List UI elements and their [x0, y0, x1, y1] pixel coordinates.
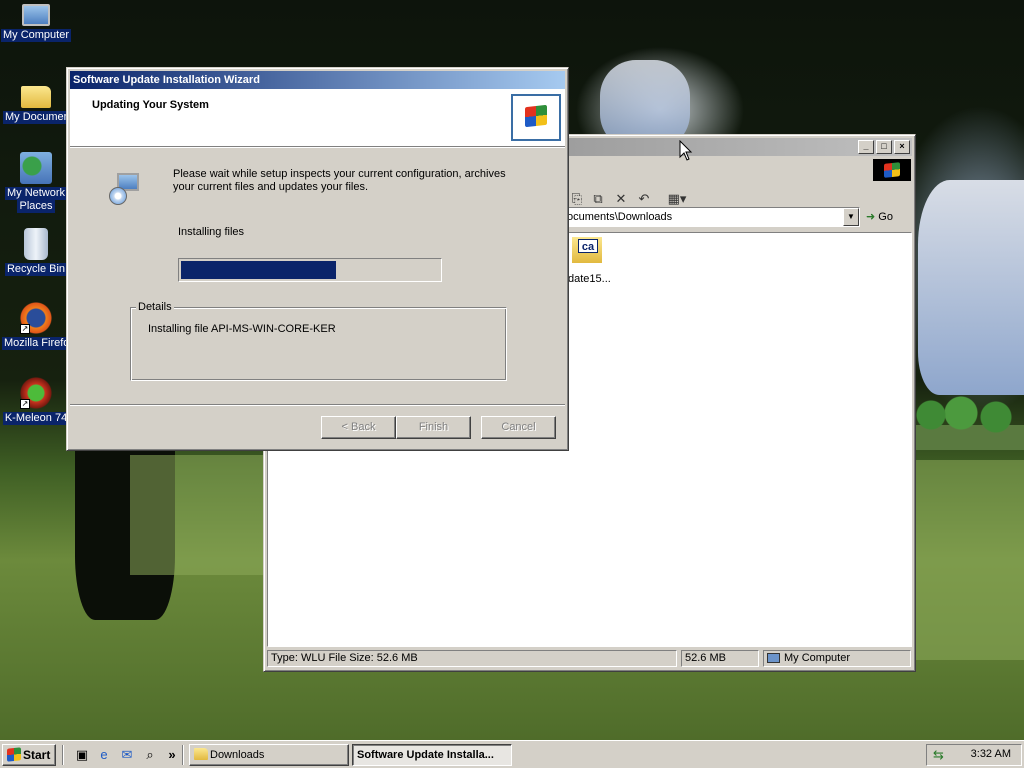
shortcut-arrow-icon: ↗	[20, 324, 30, 334]
views-icon[interactable]: ▦▾	[665, 191, 689, 207]
progress-fill	[181, 261, 336, 279]
maximize-button[interactable]: □	[876, 140, 892, 154]
desktop-icon-label: Places	[17, 200, 55, 213]
shortcut-arrow-icon: ↗	[20, 399, 30, 409]
taskbar-button-wizard[interactable]: Software Update Installa...	[352, 744, 512, 766]
desktop-icon-label: K-Meleon 74	[2, 412, 70, 425]
minimize-button[interactable]: _	[858, 140, 874, 154]
address-text: ocuments\Downloads	[567, 211, 673, 223]
computer-icon	[22, 4, 50, 26]
finish-button[interactable]: Finish	[396, 416, 471, 439]
zone-label: My Computer	[784, 652, 851, 664]
sky-patch	[918, 180, 1024, 395]
go-button[interactable]: ➜ Go	[866, 208, 906, 227]
file-item[interactable]: ca date15...	[568, 237, 628, 285]
wizard-header: Updating Your System	[70, 89, 565, 147]
windows-flag-icon	[525, 104, 547, 128]
move-to-icon[interactable]: ⎘	[569, 191, 585, 207]
outlook-express-icon[interactable]: ✉	[119, 747, 135, 763]
install-progress-bar	[178, 258, 442, 282]
installation-wizard-dialog[interactable]: Software Update Installation Wizard Upda…	[66, 67, 569, 451]
desktop-icon-label: My Network	[4, 187, 68, 200]
folder-icon	[21, 86, 51, 108]
windows-logo-icon	[511, 94, 561, 141]
start-button[interactable]: Start	[2, 744, 56, 766]
desktop-icon-label: My Documents	[3, 111, 69, 124]
cab-file-icon: ca	[572, 237, 602, 263]
desktop-icon-firefox[interactable]: ↗ Mozilla Firefox	[0, 302, 72, 353]
setup-computer-icon	[107, 171, 143, 209]
go-label: Go	[878, 211, 893, 223]
wizard-titlebar[interactable]: Software Update Installation Wizard	[70, 71, 565, 89]
button-separator	[70, 404, 565, 406]
install-status-text: Installing files	[178, 226, 245, 238]
taskbar-separator	[182, 745, 184, 765]
go-arrow-icon: ➜	[866, 211, 876, 223]
network-icon	[20, 152, 52, 184]
file-icon-text: ca	[578, 239, 598, 253]
quick-launch-separator	[62, 745, 64, 765]
back-button[interactable]: < Back	[321, 416, 396, 439]
internet-explorer-icon[interactable]: e	[96, 747, 112, 763]
clock[interactable]: 3:32 AM	[971, 748, 1011, 760]
start-label: Start	[23, 748, 51, 762]
distant-trees	[916, 395, 1024, 450]
file-label: date15...	[568, 273, 611, 285]
address-field[interactable]: ocuments\Downloads ▼	[564, 207, 860, 227]
close-button[interactable]: ×	[894, 140, 910, 154]
firefox-icon: ↗	[20, 302, 52, 334]
task-label: Downloads	[210, 749, 265, 761]
wizard-header-title: Updating Your System	[92, 99, 209, 111]
recycle-bin-icon	[24, 228, 48, 260]
taskbar-button-downloads[interactable]: Downloads	[189, 744, 349, 766]
network-tray-icon[interactable]: ⇆	[933, 747, 949, 763]
mouse-cursor-icon	[679, 140, 693, 161]
desktop-icon-my-computer[interactable]: My Computer	[0, 4, 72, 42]
wizard-message: Please wait while setup inspects your cu…	[173, 168, 506, 193]
lawn	[130, 455, 265, 575]
k-meleon-icon: ↗	[20, 377, 52, 409]
show-desktop-icon[interactable]: ▣	[74, 747, 90, 763]
status-size: 52.6 MB	[681, 650, 759, 667]
delete-icon[interactable]: ✕	[613, 191, 629, 207]
task-label: Software Update Installa...	[357, 749, 494, 761]
details-group	[130, 307, 507, 381]
computer-icon	[767, 653, 780, 663]
wizard-title: Software Update Installation Wizard	[73, 74, 260, 86]
desktop-icon-label: My Computer	[0, 29, 72, 42]
system-tray: ⇆ 3:32 AM	[926, 744, 1022, 766]
desktop-icon-my-network-places[interactable]: My Network Places	[0, 152, 72, 213]
desktop-icon-label: Mozilla Firefox	[2, 337, 70, 350]
cancel-button[interactable]: Cancel	[481, 416, 556, 439]
status-bar: Type: WLU File Size: 52.6 MB 52.6 MB My …	[267, 649, 912, 668]
windows-throbber-icon	[873, 159, 911, 181]
copy-to-icon[interactable]: ⧉	[590, 191, 606, 207]
desktop-icon-recycle-bin[interactable]: Recycle Bin	[0, 228, 72, 276]
windows-flag-icon	[7, 747, 21, 762]
windows-flag-icon	[884, 162, 900, 178]
undo-icon[interactable]: ↶	[636, 191, 652, 207]
quick-launch-more[interactable]: »	[164, 747, 180, 763]
desktop-icon-k-meleon[interactable]: ↗ K-Meleon 74	[0, 377, 72, 425]
lawn	[916, 460, 1024, 660]
desktop-icon-label: Recycle Bin	[4, 263, 68, 276]
detail-text: Installing file API-MS-WIN-CORE-KER	[148, 323, 336, 335]
status-zone: My Computer	[763, 650, 911, 667]
details-group-title: Details	[136, 301, 174, 313]
address-dropdown-button[interactable]: ▼	[843, 208, 859, 226]
desktop-icon-my-documents[interactable]: My Documents	[0, 78, 72, 127]
status-type-info: Type: WLU File Size: 52.6 MB	[267, 650, 677, 667]
taskbar: Start ▣ e ✉ ⌕ » Downloads Software Updat…	[0, 740, 1024, 768]
search-icon[interactable]: ⌕	[142, 747, 158, 763]
folder-icon	[194, 748, 208, 760]
